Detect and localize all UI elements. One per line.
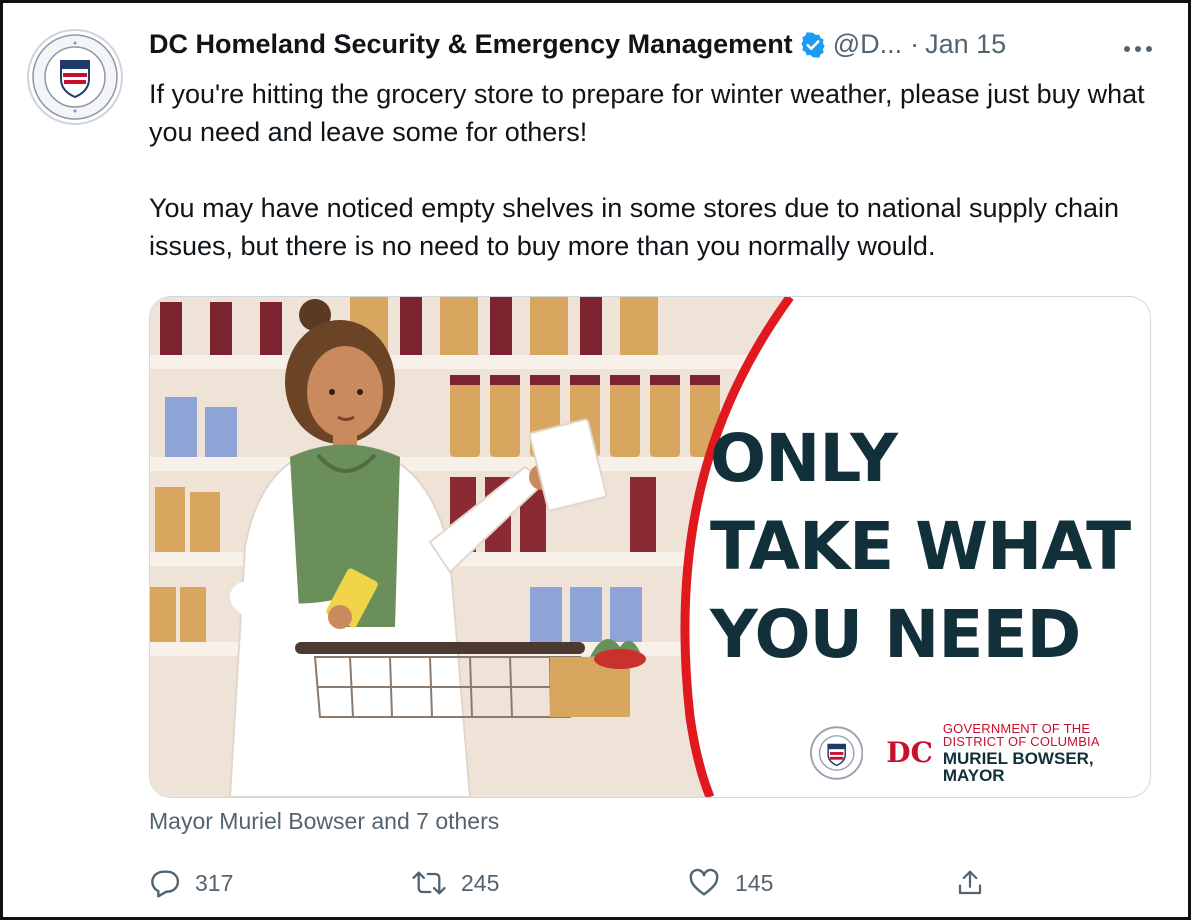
- tweet-text: If you're hitting the grocery store to p…: [149, 75, 1154, 265]
- retweet-count: 245: [461, 869, 500, 896]
- gov-line-3: MURIEL BOWSER, MAYOR: [942, 749, 1094, 785]
- author-avatar[interactable]: [27, 29, 123, 125]
- media-headline: ONLY TAKE WHAT YOU NEED: [710, 415, 1131, 679]
- tweet-paragraph-1: If you're hitting the grocery store to p…: [149, 79, 1145, 147]
- like-button[interactable]: 145: [687, 861, 773, 905]
- like-count: 145: [735, 869, 774, 896]
- more-horizontal-icon: [1124, 46, 1152, 52]
- reply-count: 317: [195, 869, 234, 896]
- tweet-date[interactable]: Jan 15: [925, 29, 1006, 60]
- headline-line-2: TAKE WHAT: [710, 508, 1131, 585]
- headline-line-3: YOU NEED: [710, 596, 1081, 673]
- gov-line-2: DISTRICT OF COLUMBIA: [942, 734, 1100, 749]
- hsema-seal-icon: [810, 726, 864, 780]
- tweet-card: DC Homeland Security & Emergency Managem…: [0, 0, 1191, 920]
- tweet-media-image[interactable]: ONLY TAKE WHAT YOU NEED DC GOVERNMENT OF…: [149, 296, 1151, 798]
- tweet-header: DC Homeland Security & Emergency Managem…: [149, 29, 1148, 60]
- gov-logo-block: DC GOVERNMENT OF THE DISTRICT OF COLUMBI…: [810, 722, 1150, 784]
- header-separator: ·: [910, 29, 920, 59]
- dc-flag-mark: DC: [886, 736, 933, 769]
- share-button[interactable]: [955, 861, 985, 905]
- liked-by-text[interactable]: Mayor Muriel Bowser and 7 others: [149, 808, 499, 835]
- heart-icon: [689, 868, 719, 896]
- author-name[interactable]: DC Homeland Security & Emergency Managem…: [149, 29, 793, 60]
- headline-line-1: ONLY: [710, 420, 898, 497]
- reply-icon: [151, 870, 180, 898]
- retweet-button[interactable]: 245: [411, 861, 499, 905]
- more-options-button[interactable]: [1118, 29, 1158, 69]
- tweet-paragraph-2: You may have noticed empty shelves in so…: [149, 193, 1120, 261]
- retweet-icon: [412, 871, 446, 895]
- verified-badge-icon: [799, 31, 827, 59]
- gov-text: GOVERNMENT OF THE DISTRICT OF COLUMBIA M…: [943, 722, 1150, 784]
- reply-button[interactable]: 317: [149, 861, 233, 905]
- author-handle[interactable]: @D...: [833, 29, 902, 60]
- hsema-seal-icon: [27, 29, 123, 125]
- tweet-actions: 317 245 145: [149, 861, 989, 905]
- share-icon: [958, 870, 982, 895]
